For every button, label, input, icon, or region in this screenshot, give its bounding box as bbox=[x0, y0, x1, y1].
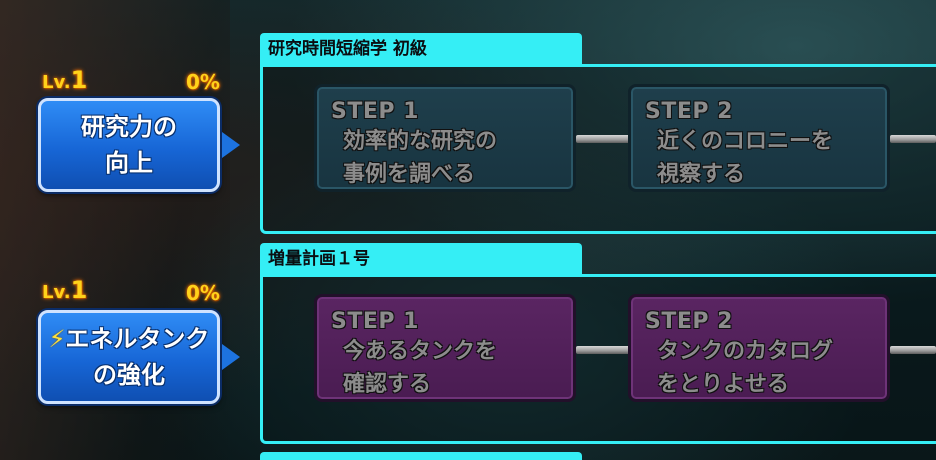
progress-percent: 0% bbox=[186, 70, 220, 94]
skill-label: ⚡エネルタンク の強化 bbox=[48, 325, 210, 389]
arrow-right-icon bbox=[222, 344, 240, 370]
step-description: 近くのコロニーを 視察する bbox=[657, 129, 834, 187]
progress-percent: 0% bbox=[186, 281, 220, 305]
step-label: STEP 1 bbox=[331, 99, 419, 124]
step-card[interactable]: STEP 2 タンクのカタログ をとりよせる bbox=[628, 294, 890, 402]
panel-title: 研究時間短縮学 初級 bbox=[260, 33, 582, 65]
lightning-icon: ⚡ bbox=[48, 325, 66, 353]
step-card[interactable]: STEP 2 近くのコロニーを 視察する bbox=[628, 84, 890, 192]
arrow-right-icon bbox=[222, 132, 240, 158]
step-label: STEP 2 bbox=[645, 99, 733, 124]
step-connector bbox=[576, 135, 632, 143]
step-label: STEP 2 bbox=[645, 309, 733, 334]
step-connector bbox=[890, 135, 936, 143]
step-description: タンクのカタログ をとりよせる bbox=[657, 339, 834, 397]
step-description: 効率的な研究の 事例を調べる bbox=[343, 129, 498, 187]
skill-button-energy-tank[interactable]: ⚡エネルタンク の強化 bbox=[38, 310, 220, 404]
next-panel-title bbox=[260, 452, 582, 460]
skill-button-research[interactable]: 研究力の 向上 bbox=[38, 98, 220, 192]
skill-label: 研究力の 向上 bbox=[81, 113, 177, 177]
step-connector bbox=[576, 346, 632, 354]
step-connector bbox=[890, 346, 936, 354]
level-indicator: Lv.1 bbox=[42, 66, 88, 94]
step-card[interactable]: STEP 1 効率的な研究の 事例を調べる bbox=[314, 84, 576, 192]
panel-title: 増量計画１号 bbox=[260, 243, 582, 275]
step-description: 今あるタンクを 確認する bbox=[343, 339, 498, 397]
level-indicator: Lv.1 bbox=[42, 276, 88, 304]
step-card[interactable]: STEP 1 今あるタンクを 確認する bbox=[314, 294, 576, 402]
step-label: STEP 1 bbox=[331, 309, 419, 334]
